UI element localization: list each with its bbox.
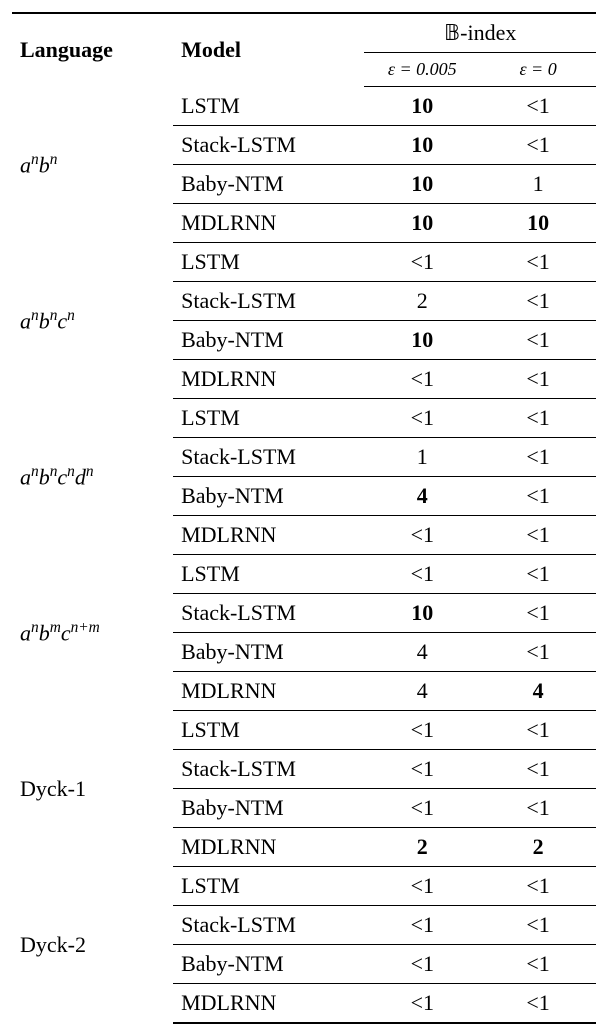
value-eps1: <1 [364, 867, 480, 906]
value-eps2: <1 [480, 945, 596, 984]
model-cell: MDLRNN [173, 984, 364, 1024]
value-eps1: <1 [364, 360, 480, 399]
value-eps2: <1 [480, 555, 596, 594]
value-eps1: 1 [364, 438, 480, 477]
value-eps2: <1 [480, 906, 596, 945]
value-eps2: <1 [480, 360, 596, 399]
value-eps1: <1 [364, 945, 480, 984]
value-eps2: <1 [480, 984, 596, 1024]
header-model: Model [173, 13, 364, 87]
model-cell: Baby-NTM [173, 789, 364, 828]
value-eps2: <1 [480, 399, 596, 438]
model-cell: Baby-NTM [173, 321, 364, 360]
value-eps1: <1 [364, 789, 480, 828]
model-cell: Stack-LSTM [173, 906, 364, 945]
value-eps2: 2 [480, 828, 596, 867]
model-cell: MDLRNN [173, 360, 364, 399]
model-cell: Stack-LSTM [173, 594, 364, 633]
model-cell: Baby-NTM [173, 633, 364, 672]
value-eps1: <1 [364, 906, 480, 945]
value-eps2: <1 [480, 87, 596, 126]
model-cell: LSTM [173, 243, 364, 282]
value-eps1: 4 [364, 672, 480, 711]
value-eps1: 10 [364, 165, 480, 204]
table-row: anbnLSTM10<1 [12, 87, 596, 126]
value-eps1: <1 [364, 555, 480, 594]
value-eps1: 4 [364, 633, 480, 672]
value-eps1: 2 [364, 828, 480, 867]
model-cell: Stack-LSTM [173, 750, 364, 789]
value-eps2: <1 [480, 126, 596, 165]
header-language: Language [12, 13, 173, 87]
language-cell: anbncndn [12, 399, 173, 555]
model-cell: LSTM [173, 87, 364, 126]
value-eps2: <1 [480, 243, 596, 282]
language-cell: anbmcn+m [12, 555, 173, 711]
language-cell: anbn [12, 87, 173, 243]
value-eps1: <1 [364, 750, 480, 789]
value-eps2: 1 [480, 165, 596, 204]
value-eps2: <1 [480, 867, 596, 906]
table-row: Dyck-1LSTM<1<1 [12, 711, 596, 750]
value-eps1: 2 [364, 282, 480, 321]
value-eps1: 10 [364, 204, 480, 243]
model-cell: LSTM [173, 867, 364, 906]
table-row: anbncnLSTM<1<1 [12, 243, 596, 282]
value-eps2: <1 [480, 789, 596, 828]
value-eps2: 10 [480, 204, 596, 243]
model-cell: MDLRNN [173, 672, 364, 711]
table-row: anbmcn+mLSTM<1<1 [12, 555, 596, 594]
value-eps2: <1 [480, 633, 596, 672]
value-eps2: <1 [480, 477, 596, 516]
model-cell: LSTM [173, 399, 364, 438]
value-eps1: <1 [364, 984, 480, 1024]
model-cell: LSTM [173, 711, 364, 750]
value-eps2: <1 [480, 750, 596, 789]
model-cell: Stack-LSTM [173, 282, 364, 321]
value-eps1: 4 [364, 477, 480, 516]
value-eps1: 10 [364, 321, 480, 360]
model-cell: Stack-LSTM [173, 126, 364, 165]
model-cell: Baby-NTM [173, 477, 364, 516]
value-eps1: <1 [364, 399, 480, 438]
header-eps1: ε = 0.005 [364, 53, 480, 87]
model-cell: Baby-NTM [173, 945, 364, 984]
model-cell: MDLRNN [173, 204, 364, 243]
value-eps2: <1 [480, 711, 596, 750]
value-eps2: <1 [480, 516, 596, 555]
model-cell: MDLRNN [173, 828, 364, 867]
model-cell: MDLRNN [173, 516, 364, 555]
value-eps1: 10 [364, 126, 480, 165]
table-row: anbncndnLSTM<1<1 [12, 399, 596, 438]
value-eps1: <1 [364, 243, 480, 282]
value-eps1: 10 [364, 87, 480, 126]
value-eps1: <1 [364, 711, 480, 750]
value-eps1: 10 [364, 594, 480, 633]
value-eps2: <1 [480, 594, 596, 633]
value-eps1: <1 [364, 516, 480, 555]
model-cell: LSTM [173, 555, 364, 594]
model-cell: Stack-LSTM [173, 438, 364, 477]
value-eps2: <1 [480, 282, 596, 321]
language-cell: Dyck-2 [12, 867, 173, 1024]
value-eps2: <1 [480, 321, 596, 360]
results-table: Language Model 𝔹-index ε = 0.005 ε = 0 a… [12, 12, 596, 1024]
model-cell: Baby-NTM [173, 165, 364, 204]
language-cell: Dyck-1 [12, 711, 173, 867]
header-eps2: ε = 0 [480, 53, 596, 87]
header-bindex: 𝔹-index [364, 13, 596, 53]
value-eps2: <1 [480, 438, 596, 477]
language-cell: anbncn [12, 243, 173, 399]
table-row: Dyck-2LSTM<1<1 [12, 867, 596, 906]
value-eps2: 4 [480, 672, 596, 711]
